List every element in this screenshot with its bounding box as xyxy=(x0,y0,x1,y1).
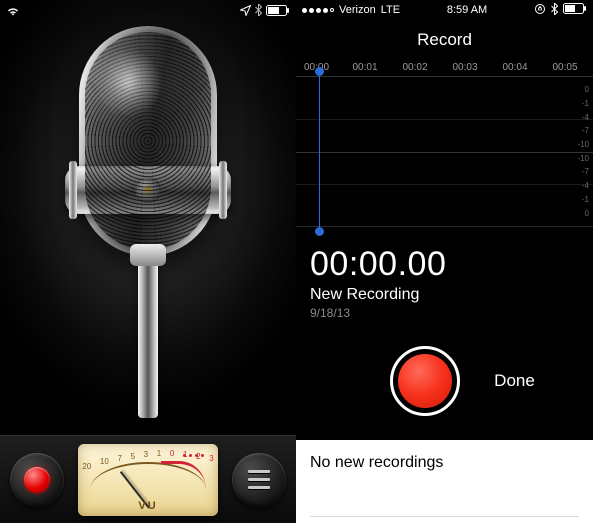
network-label: LTE xyxy=(381,4,400,16)
microphone-graphic: ⚡ xyxy=(62,26,234,426)
recording-name[interactable]: New Recording xyxy=(296,286,593,304)
recording-date: 9/18/13 xyxy=(296,304,593,320)
list-icon xyxy=(248,470,270,489)
clock: 8:59 AM xyxy=(447,4,487,16)
status-bar: Verizon LTE 8:59 AM xyxy=(296,0,593,20)
ios7-voice-memos-screen: Verizon LTE 8:59 AM Record 00:00 00:01 0… xyxy=(296,0,593,523)
bluetooth-icon xyxy=(255,4,262,16)
waveform-area[interactable]: 0 -1 -4 -7 -10 -10 -7 -4 -1 0 xyxy=(296,77,593,227)
record-button[interactable] xyxy=(10,453,64,507)
recordings-list[interactable]: No new recordings xyxy=(296,440,593,523)
timeline-ruler[interactable]: 00:00 00:01 00:02 00:03 00:04 00:05 xyxy=(296,62,593,77)
wifi-icon xyxy=(6,5,20,16)
signal-icon xyxy=(302,8,334,13)
done-button[interactable]: Done xyxy=(494,371,535,391)
carrier-label: Verizon xyxy=(339,4,376,16)
record-icon xyxy=(398,354,452,408)
bluetooth-icon xyxy=(551,3,558,18)
battery-icon xyxy=(266,5,290,16)
location-icon xyxy=(240,5,251,16)
vu-meter: 20 10 7 5 3 1 0 1 2 3 VU xyxy=(78,444,218,516)
status-bar xyxy=(0,0,296,20)
vu-label: VU xyxy=(78,500,218,512)
empty-list-label: No new recordings xyxy=(310,454,579,472)
db-scale: 0 -1 -4 -7 -10 -10 -7 -4 -1 0 xyxy=(577,77,589,226)
record-icon xyxy=(24,467,50,493)
record-button[interactable] xyxy=(390,346,460,416)
ios6-voice-memos-screen: ⚡ 20 10 7 5 3 1 0 1 2 3 xyxy=(0,0,296,523)
playhead[interactable] xyxy=(319,71,320,232)
rotation-lock-icon xyxy=(534,3,546,18)
separator xyxy=(310,516,579,517)
bottom-toolbar: 20 10 7 5 3 1 0 1 2 3 VU xyxy=(0,435,296,523)
recordings-list-button[interactable] xyxy=(232,453,286,507)
elapsed-time: 00:00.00 xyxy=(296,227,593,286)
page-title: Record xyxy=(296,20,593,62)
battery-icon xyxy=(563,3,587,17)
controls: Done xyxy=(296,320,593,440)
